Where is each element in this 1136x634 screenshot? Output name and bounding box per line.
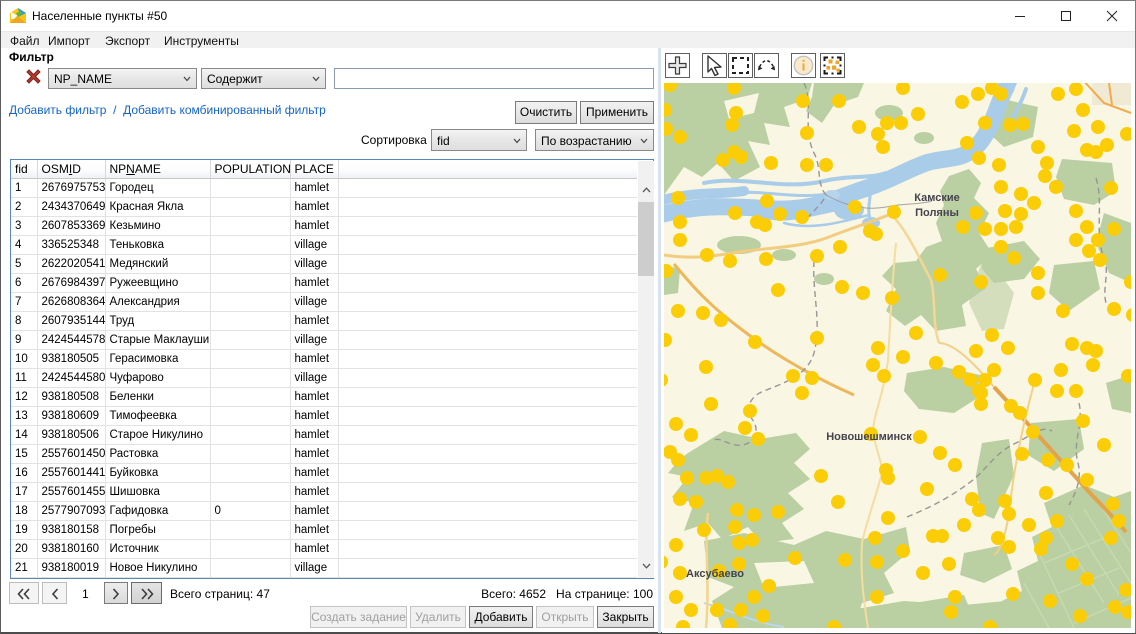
svg-text:Аксубаево: Аксубаево: [686, 568, 744, 580]
svg-text:Новошешминск: Новошешминск: [826, 431, 912, 443]
svg-text:Камские: Камские: [914, 192, 959, 204]
svg-text:Поляны: Поляны: [915, 207, 959, 219]
